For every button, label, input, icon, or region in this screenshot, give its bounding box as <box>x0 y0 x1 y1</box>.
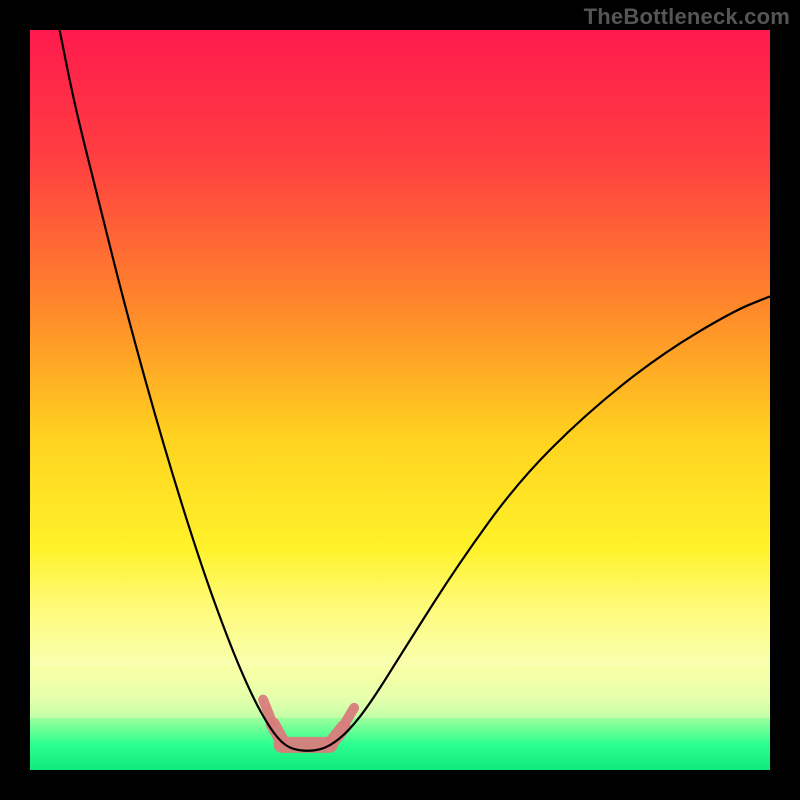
curve-layer <box>30 30 770 770</box>
plot-area <box>30 30 770 770</box>
bottleneck-curve <box>60 30 770 751</box>
chart-container: TheBottleneck.com <box>0 0 800 800</box>
attribution-text: TheBottleneck.com <box>584 4 790 30</box>
